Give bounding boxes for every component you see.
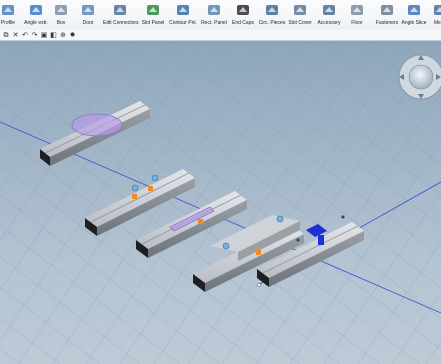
floor-icon [351, 5, 363, 15]
ribbon-button-profile[interactable]: Profile [0, 0, 20, 30]
ribbon-button-slot-panel[interactable]: Slot Panel [140, 0, 166, 30]
ribbon-button-label: Circ. Pieces [258, 20, 286, 26]
ribbon-button-label: Meas [433, 20, 441, 26]
zoom-icon[interactable]: ⊕ [59, 31, 67, 39]
door-icon [82, 5, 94, 15]
angle-extrusion-icon [30, 5, 42, 15]
ribbon-button-angle-extrusion[interactable]: Angle extr. [22, 0, 50, 30]
origin-marker [257, 283, 261, 287]
ribbon-button-floor[interactable]: Floor [344, 0, 370, 30]
ribbon-button-circ-pieces[interactable]: Circ. Pieces [258, 0, 286, 30]
orange-connector[interactable] [148, 186, 153, 191]
ribbon-button-measure[interactable]: Meas [428, 0, 441, 30]
slot-panel-icon [147, 5, 159, 15]
connector-bolt[interactable] [341, 215, 345, 219]
ribbon-button-edit-connectors[interactable]: Edit Connectors [103, 0, 139, 30]
quick-access-toolbar: ⧉ ✕ ↶ ↷ ▣ ◧ ⊕ ✹ [0, 30, 441, 41]
connector-bolt[interactable] [151, 174, 159, 182]
edit-connectors-icon [114, 5, 126, 15]
ribbon-button-label: Door [82, 20, 94, 26]
undo-icon[interactable]: ↶ [21, 31, 29, 39]
ribbon-button-box[interactable]: Box [49, 0, 73, 30]
slot-cover-icon [294, 5, 306, 15]
ribbon-button-label: End Caps [232, 20, 254, 26]
connector-bolt[interactable] [296, 238, 300, 242]
navigation-wheel[interactable] [398, 54, 441, 100]
measure-tool-icon[interactable]: ◧ [50, 31, 58, 39]
measure-icon [434, 5, 441, 15]
circular-plate[interactable] [71, 113, 123, 137]
accessory-icon [323, 5, 335, 15]
ribbon-button-label: Fasteners [375, 20, 399, 26]
connector-bolt[interactable] [222, 242, 230, 250]
3d-viewport[interactable] [0, 41, 441, 364]
scene-canvas[interactable] [0, 41, 441, 364]
orange-connector[interactable] [256, 250, 261, 255]
ribbon-button-label: Accessory [317, 20, 341, 26]
contour-panel-icon [177, 5, 189, 15]
ribbon-toolbar: Profile Angle extr. Box Door Edit Connectors… [0, 0, 441, 31]
delete-icon[interactable]: ✕ [12, 31, 20, 39]
snapshot-icon[interactable]: ▣ [40, 31, 48, 39]
ribbon-button-end-caps[interactable]: End Caps [230, 0, 256, 30]
ribbon-button-label: Box [56, 20, 66, 26]
ribbon-button-accessory[interactable]: Accessory [315, 0, 343, 30]
rect-panel-icon [208, 5, 220, 15]
ribbon-button-rect-panel[interactable]: Rect. Panel [200, 0, 228, 30]
angle-slice-icon [408, 5, 420, 15]
redo-icon[interactable]: ↷ [31, 31, 39, 39]
box-icon [55, 5, 67, 15]
ribbon-button-label: Angle Slice [401, 20, 427, 26]
ribbon-button-label: Contour Pnl. [169, 20, 197, 26]
ribbon-button-door[interactable]: Door [76, 0, 100, 30]
orange-connector[interactable] [132, 194, 137, 199]
ribbon-button-label: Slot Panel [141, 20, 165, 26]
settings-icon[interactable]: ✹ [69, 31, 77, 39]
connector-bolt[interactable] [131, 184, 139, 192]
orange-connector[interactable] [198, 219, 203, 224]
ribbon-button-label: Edit Connectors [103, 20, 139, 26]
fasteners-icon [381, 5, 393, 15]
ribbon-button-angle-slice[interactable]: Angle Slice [400, 0, 428, 30]
ribbon-button-label: Floor [351, 20, 363, 26]
circ-pieces-icon [266, 5, 278, 15]
ribbon-button-slot-cover[interactable]: Slot Cover [286, 0, 314, 30]
profile-icon [2, 5, 14, 15]
ribbon-button-label: Slot Cover [288, 20, 312, 26]
ribbon-button-label: Rect. Panel [201, 20, 227, 26]
end-caps-icon [237, 5, 249, 15]
ribbon-button-fasteners[interactable]: Fasteners [373, 0, 401, 30]
blue-clamp-side[interactable] [318, 235, 324, 245]
ribbon-button-label: Profile [0, 20, 16, 26]
connector-bolt[interactable] [276, 215, 284, 223]
copy-icon[interactable]: ⧉ [2, 31, 10, 39]
ribbon-button-label: Angle extr. [24, 20, 48, 26]
ribbon-button-contour-panel[interactable]: Contour Pnl. [168, 0, 198, 30]
